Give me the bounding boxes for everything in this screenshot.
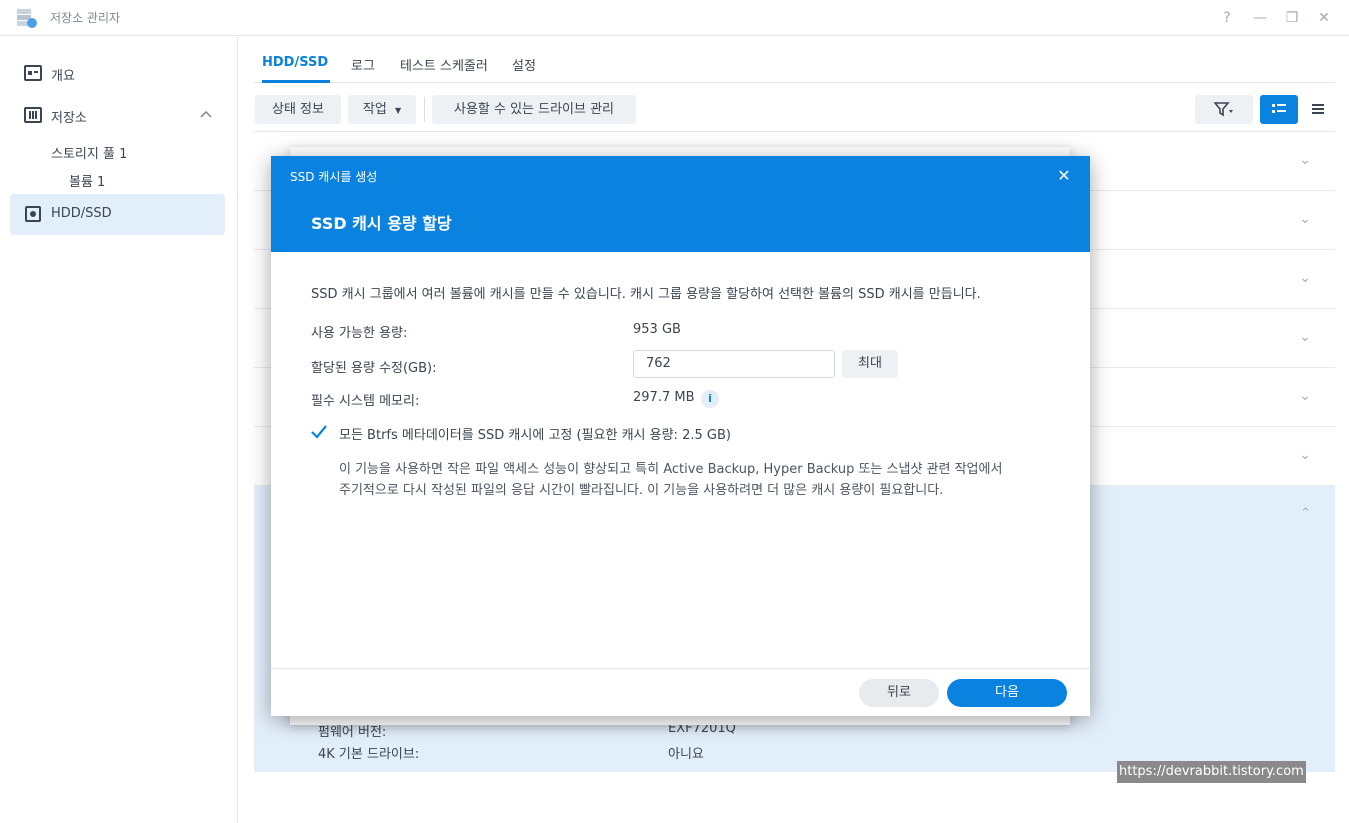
window-title: 저장소 관리자 bbox=[50, 11, 121, 25]
pin-metadata-checkbox[interactable] bbox=[310, 423, 328, 441]
4k-drive-label: 4K 기본 드라이브: bbox=[318, 747, 420, 762]
sidebar-item-storage[interactable]: 저장소 bbox=[10, 95, 225, 135]
filter-button[interactable] bbox=[1195, 95, 1253, 124]
chevron-down-icon[interactable]: ⌄ bbox=[1299, 211, 1311, 227]
chevron-down-icon[interactable]: ⌄ bbox=[1299, 388, 1311, 404]
chevron-up-icon[interactable] bbox=[200, 110, 212, 118]
list-view-button[interactable] bbox=[1300, 95, 1335, 124]
sidebar-item-hdd-ssd[interactable]: HDD/SSD bbox=[10, 194, 225, 235]
toolbar: 상태 정보 작업 ▼ 사용할 수 있는 드라이브 관리 bbox=[254, 95, 1335, 125]
close-window-icon[interactable]: ✕ bbox=[1314, 8, 1334, 28]
help-icon[interactable]: ? bbox=[1217, 8, 1237, 28]
chevron-down-icon[interactable]: ⌄ bbox=[1299, 447, 1311, 463]
status-info-button[interactable]: 상태 정보 bbox=[255, 95, 341, 124]
tab-active-indicator bbox=[262, 80, 330, 83]
available-capacity-label: 사용 가능한 용량: bbox=[311, 326, 408, 341]
storage-icon bbox=[24, 107, 42, 123]
system-memory-label: 필수 시스템 메모리: bbox=[311, 394, 420, 409]
manage-drives-button[interactable]: 사용할 수 있는 드라이브 관리 bbox=[432, 95, 636, 124]
close-icon[interactable]: ✕ bbox=[1054, 166, 1074, 186]
dialog-header: SSD 캐시를 생성 SSD 캐시 용량 할당 ✕ bbox=[271, 156, 1090, 252]
pin-metadata-label[interactable]: 모든 Btrfs 메타데이터를 SSD 캐시에 고정 (필요한 캐시 용량: 2… bbox=[339, 424, 731, 443]
next-button[interactable]: 다음 bbox=[947, 679, 1067, 707]
action-button-label: 작업 bbox=[362, 102, 387, 117]
4k-drive-value: 아니요 bbox=[668, 747, 704, 762]
allocated-capacity-input[interactable]: 762 bbox=[633, 350, 835, 378]
tab-hdd-ssd[interactable]: HDD/SSD bbox=[262, 55, 328, 70]
chevron-down-icon[interactable]: ⌄ bbox=[1299, 152, 1311, 168]
chevron-down-icon[interactable]: ⌄ bbox=[1299, 329, 1311, 345]
sidebar-item-storage-pool[interactable]: 스토리지 풀 1 bbox=[51, 143, 127, 162]
overview-icon bbox=[24, 65, 42, 81]
sidebar-item-label: 저장소 bbox=[51, 111, 87, 126]
sidebar-item-label: HDD/SSD bbox=[51, 206, 112, 221]
ssd-cache-wizard-dialog: SSD 캐시를 생성 SSD 캐시 용량 할당 ✕ SSD 캐시 그룹에서 여러… bbox=[271, 156, 1090, 716]
max-button[interactable]: 최대 bbox=[842, 350, 898, 378]
maximize-icon[interactable]: ❐ bbox=[1282, 8, 1302, 28]
card-view-icon bbox=[1272, 104, 1286, 113]
tab-test-scheduler[interactable]: 테스트 스케줄러 bbox=[400, 55, 488, 74]
dialog-description: SSD 캐시 그룹에서 여러 볼륨에 캐시를 만들 수 있습니다. 캐시 그룹 … bbox=[311, 287, 981, 302]
dialog-footer: 뒤로 다음 bbox=[271, 668, 1090, 716]
info-icon[interactable]: i bbox=[701, 390, 719, 408]
tab-settings[interactable]: 설정 bbox=[512, 55, 536, 74]
action-button[interactable]: 작업 ▼ bbox=[348, 95, 416, 124]
allocated-capacity-label: 할당된 용량 수정(GB): bbox=[311, 361, 437, 376]
sidebar-item-volume[interactable]: 볼륨 1 bbox=[69, 171, 105, 190]
filter-icon bbox=[1213, 102, 1233, 117]
minimize-icon[interactable]: — bbox=[1250, 8, 1270, 28]
list-view-icon bbox=[1311, 104, 1324, 114]
card-view-button[interactable] bbox=[1260, 95, 1298, 124]
sidebar-item-overview[interactable]: 개요 bbox=[10, 53, 225, 93]
watermark: https://devrabbit.tistory.com bbox=[1117, 761, 1306, 783]
step-title: SSD 캐시 용량 할당 bbox=[311, 214, 452, 233]
hdd-icon bbox=[25, 206, 41, 222]
chevron-down-icon[interactable]: ⌄ bbox=[1299, 270, 1311, 286]
wizard-title: SSD 캐시를 생성 bbox=[290, 170, 378, 184]
caret-down-icon: ▼ bbox=[394, 106, 402, 115]
chevron-up-icon[interactable]: ⌃ bbox=[1300, 506, 1311, 521]
sidebar: 개요 저장소 스토리지 풀 1 볼륨 1 HDD/SSD bbox=[0, 37, 238, 823]
back-button[interactable]: 뒤로 bbox=[859, 679, 939, 707]
title-bar: 저장소 관리자 ? — ❐ ✕ bbox=[0, 0, 1349, 36]
available-capacity-value: 953 GB bbox=[633, 322, 681, 337]
system-memory-value: 297.7 MB bbox=[633, 390, 695, 405]
pin-metadata-note-line1: 이 기능을 사용하면 작은 파일 액세스 성능이 향상되고 특히 Active … bbox=[339, 462, 1003, 477]
toolbar-divider bbox=[424, 97, 425, 122]
sidebar-item-label: 개요 bbox=[51, 69, 75, 84]
storage-manager-app-icon bbox=[17, 9, 37, 28]
tab-log[interactable]: 로그 bbox=[351, 55, 375, 74]
drive-list: ⌄ ⌄ ⌄ ⌄ ⌄ ⌄ ⌃ 펌웨어 버전: EXF7201Q 4K 기본 드라이… bbox=[254, 131, 1335, 772]
tab-bar: HDD/SSD 로그 테스트 스케줄러 설정 bbox=[254, 37, 1335, 83]
pin-metadata-note-line2: 주기적으로 다시 작성된 파일의 응답 시간이 빨라집니다. 이 기능을 사용하… bbox=[339, 483, 944, 498]
